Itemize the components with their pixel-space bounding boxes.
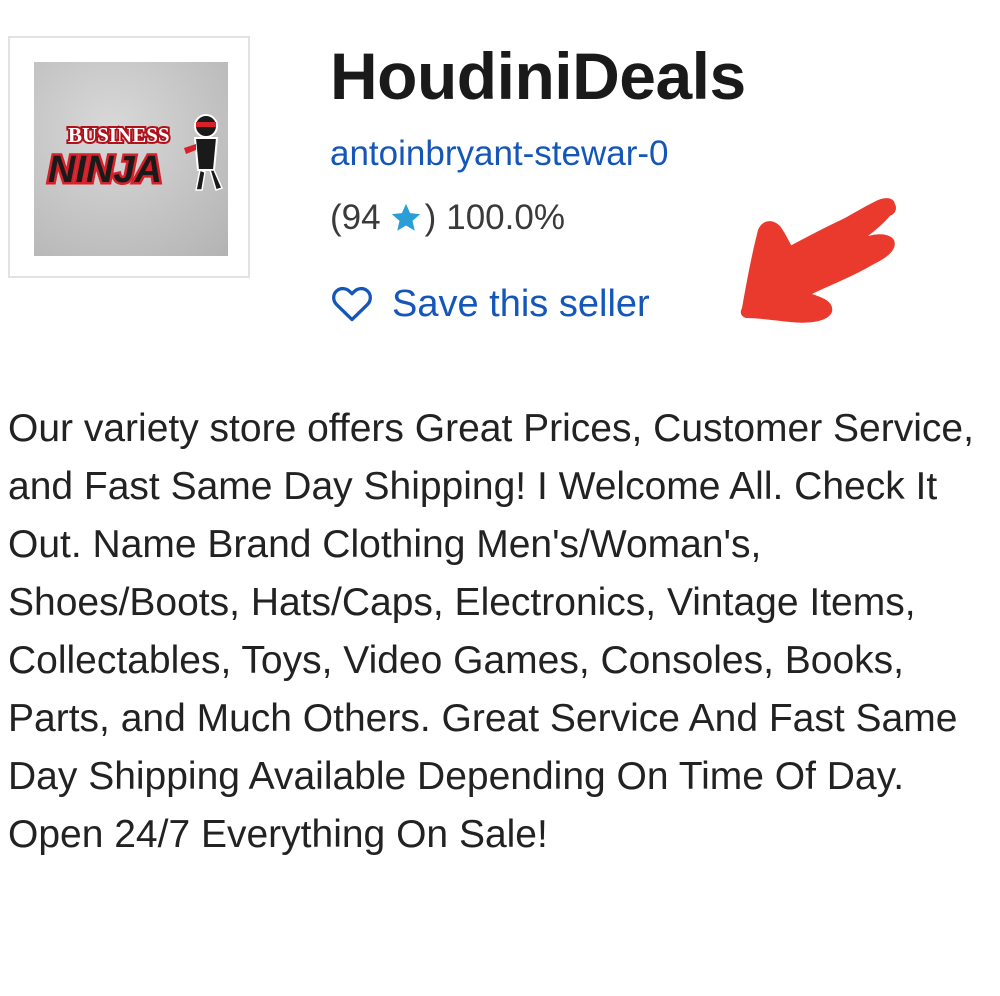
store-logo[interactable]: BUSINESS NINJA <box>8 36 250 278</box>
store-name: HoudiniDeals <box>330 39 746 113</box>
feedback-close-paren: ) <box>424 198 437 237</box>
ninja-figure <box>184 114 224 191</box>
logo-text-business: BUSINESS <box>68 123 170 147</box>
store-logo-tile: BUSINESS NINJA <box>34 62 228 256</box>
ninja-logo-icon: BUSINESS NINJA <box>46 114 224 194</box>
feedback-count: (94 <box>330 198 381 237</box>
red-arrow-annotation-icon <box>740 198 896 323</box>
logo-text-ninja: NINJA <box>48 149 162 191</box>
star-icon <box>391 203 420 231</box>
seller-id-link[interactable]: antoinbryant-stewar-0 <box>330 134 669 174</box>
save-seller-button[interactable]: Save this seller <box>330 282 650 326</box>
store-header: BUSINESS NINJA HoudiniDeals antoinbryant… <box>0 0 1000 360</box>
positive-feedback-percent: 100.0% <box>446 198 565 237</box>
heart-outline-icon <box>332 286 372 322</box>
save-seller-label: Save this seller <box>392 282 650 325</box>
store-description: Our variety store offers Great Prices, C… <box>8 407 974 856</box>
feedback-score[interactable]: (94 ) 100.0% <box>330 198 565 238</box>
